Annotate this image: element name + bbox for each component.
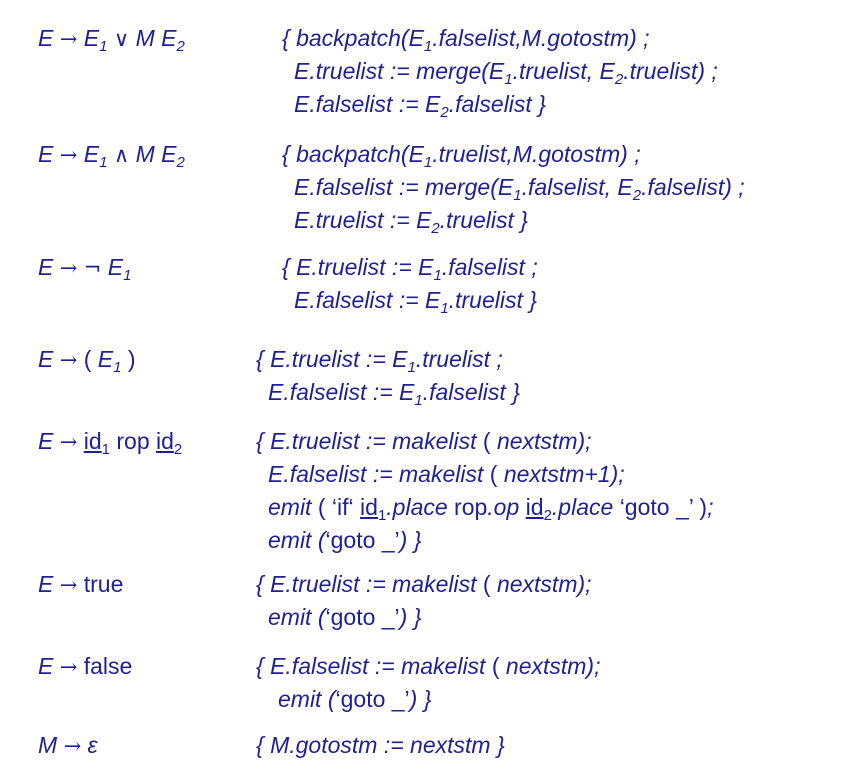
- action-line: E.truelist := merge(E1.truelist, E2.true…: [294, 58, 718, 88]
- production: E → true: [38, 571, 124, 597]
- semantic-action: { M.gotostm := nextstm }: [256, 729, 505, 762]
- production: E → E1 ∨ M E2: [38, 25, 185, 55]
- action-line: E.falselist := E2.falselist }: [294, 91, 546, 121]
- action-line: { E.truelist := E1.truelist ;: [256, 346, 503, 376]
- semantic-action: { backpatch(E1.truelist,M.gotostm) ; E.f…: [282, 138, 745, 237]
- semantic-action: { E.falselist := makelist ( nextstm); em…: [256, 650, 600, 716]
- production: E → E1 ∧ M E2: [38, 141, 185, 171]
- action-line: { E.truelist := makelist ( nextstm);: [256, 571, 592, 597]
- action-line: emit (‘goto _’) }: [278, 686, 432, 712]
- production: E → false: [38, 653, 133, 679]
- action-line: E.falselist := E1.falselist }: [268, 379, 520, 409]
- production: E → id1 rop id2: [38, 428, 183, 458]
- production: E → ¬ E1: [38, 254, 132, 284]
- semantic-action: { E.truelist := E1.falselist ; E.falseli…: [282, 251, 538, 317]
- action-line: { E.truelist := E1.falselist ;: [282, 254, 538, 284]
- action-line: { E.falselist := makelist ( nextstm);: [256, 653, 601, 679]
- semantic-action: { E.truelist := E1.truelist ; E.falselis…: [256, 343, 520, 409]
- action-line: E.truelist := E2.truelist }: [294, 207, 528, 237]
- action-line: { M.gotostm := nextstm }: [256, 732, 505, 758]
- action-line: emit (‘goto _’) }: [268, 604, 422, 630]
- semantic-action: { E.truelist := makelist ( nextstm); emi…: [256, 568, 592, 634]
- production: M → ε: [38, 732, 98, 758]
- action-line: emit ( ‘if‘ id1.place rop.op id2.place ‘…: [268, 494, 714, 524]
- action-line: E.falselist := makelist ( nextstm+1);: [268, 461, 625, 487]
- semantic-action: { E.truelist := makelist ( nextstm); E.f…: [256, 425, 713, 557]
- action-line: { backpatch(E1.falselist,M.gotostm) ;: [282, 25, 650, 55]
- action-line: E.falselist := merge(E1.falselist, E2.fa…: [294, 174, 745, 204]
- semantic-action: { backpatch(E1.falselist,M.gotostm) ; E.…: [282, 22, 718, 121]
- production: E → ( E1 ): [38, 346, 136, 376]
- action-line: { E.truelist := makelist ( nextstm);: [256, 428, 592, 454]
- action-line: emit (‘goto _’) }: [268, 527, 422, 553]
- action-line: { backpatch(E1.truelist,M.gotostm) ;: [282, 141, 641, 171]
- action-line: E.falselist := E1.truelist }: [294, 287, 537, 317]
